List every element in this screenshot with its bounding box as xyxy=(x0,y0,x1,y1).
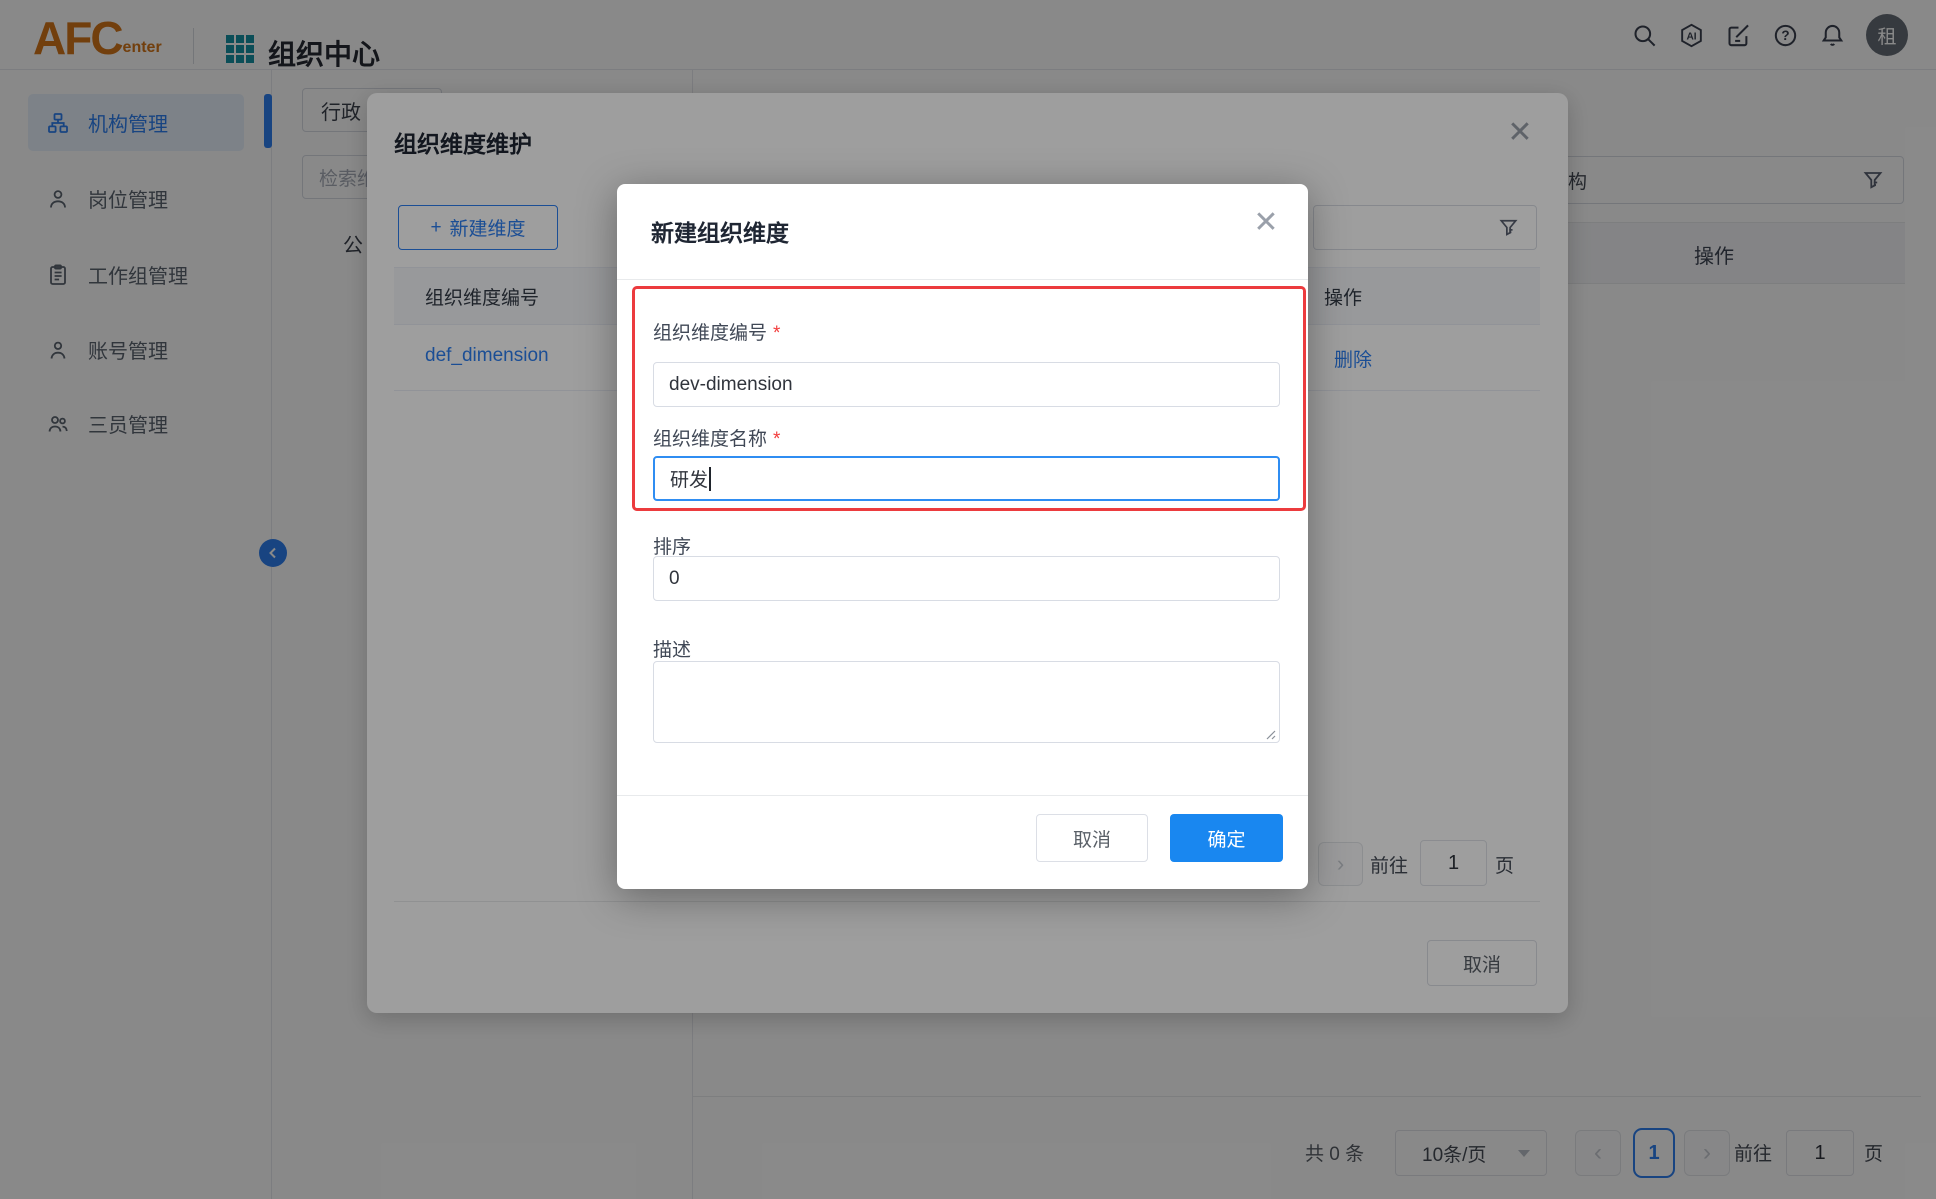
dimension-code-value: dev-dimension xyxy=(669,374,793,396)
modal-title: 新建组织维度 xyxy=(651,214,789,248)
dimension-code-input[interactable]: dev-dimension xyxy=(653,362,1280,407)
field-label-text: 组织维度编号 xyxy=(653,323,767,344)
modal-header-divider xyxy=(617,279,1308,280)
field-label-text: 排序 xyxy=(653,537,691,558)
sort-value: 0 xyxy=(669,568,680,590)
field-label-text: 描述 xyxy=(653,640,691,661)
required-asterisk: * xyxy=(773,429,780,450)
confirm-button[interactable]: 确定 xyxy=(1170,814,1283,862)
description-textarea[interactable] xyxy=(653,661,1280,743)
sort-label: 排序 xyxy=(653,532,691,559)
dimension-name-input[interactable]: 研发 xyxy=(653,456,1280,501)
required-asterisk: * xyxy=(773,323,780,344)
field-label-text: 组织维度名称 xyxy=(653,429,767,450)
modal-footer-divider xyxy=(617,795,1308,796)
cancel-button[interactable]: 取消 xyxy=(1036,814,1148,862)
close-icon[interactable]: ✕ xyxy=(1251,208,1281,238)
dimension-name-value: 研发 xyxy=(670,465,708,492)
description-label: 描述 xyxy=(653,635,691,662)
sort-input[interactable]: 0 xyxy=(653,556,1280,601)
text-cursor xyxy=(709,467,711,491)
dimension-code-label: 组织维度编号 * xyxy=(653,318,780,345)
new-dimension-modal: 新建组织维度 ✕ 组织维度编号 * dev-dimension 组织维度名称 * 研… xyxy=(617,184,1308,889)
resize-handle-icon[interactable] xyxy=(1264,727,1276,739)
dimension-name-label: 组织维度名称 * xyxy=(653,424,780,451)
